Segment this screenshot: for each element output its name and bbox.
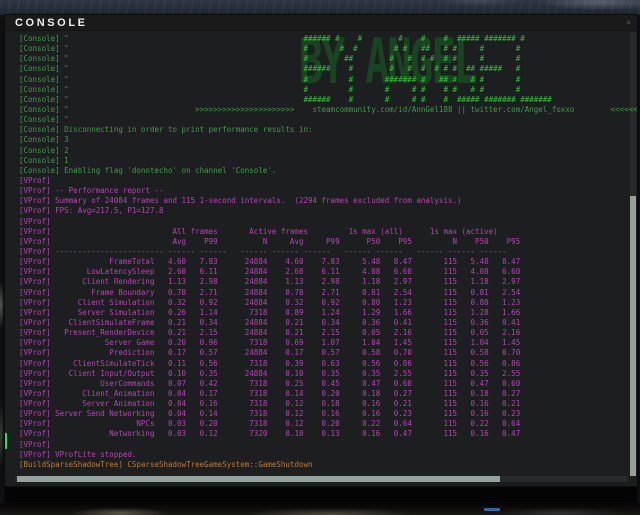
log-line: [VProf] Avg P99 N Avg P99 P50 P95 N P50 …	[19, 237, 637, 247]
log-lines: [Console] " ###### # # # # # ##### #####…	[19, 34, 637, 470]
log-line: [VProf] Client Input/Output 0.10 0.35 24…	[19, 369, 637, 379]
vertical-scrollbar-thumb[interactable]	[630, 196, 636, 476]
log-line: [VProf] Server Animation 0.04 0.16 7318 …	[19, 399, 637, 409]
log-line: [VProf] Client Rendering 1.13 2.98 24884…	[19, 277, 637, 287]
log-line: [Console] " ###### # # # # # ##### #####…	[19, 95, 637, 105]
log-line: [VProf] Networking 0.03 0.12 7320 0.10 0…	[19, 429, 637, 439]
log-line: [Console] " # # # # # ## # # # #	[19, 44, 637, 54]
log-line: [Console] 3	[19, 135, 637, 145]
log-line: [VProf]	[19, 440, 637, 450]
log-line: [VProf] Frame Boundary 0.78 2.71 24884 0…	[19, 288, 637, 298]
log-line: [Console] " # # ####### # ## # # # #	[19, 75, 637, 85]
log-line: [VProf] Client Simulation 0.32 0.92 2488…	[19, 298, 637, 308]
log-line: [Console] " ###### # # # # # ##### #####…	[19, 34, 637, 44]
log-line: [VProf] Client_Animation 0.04 0.17 7318 …	[19, 389, 637, 399]
log-line: [Console] Disconnecting in order to prin…	[19, 125, 637, 135]
close-icon[interactable]: ×	[626, 19, 631, 27]
log-line: [VProf] Server Send Networking 0.04 0.14…	[19, 409, 637, 419]
window-title: CONSOLE	[15, 17, 88, 29]
log-line: [BuildSparseShadowTree] CSparseShadowTre…	[19, 460, 637, 470]
log-line: [Console] Enabling flag 'donotecho' on c…	[19, 166, 637, 176]
log-line: [VProf] ClientSimulateFrame 0.21 0.34 24…	[19, 318, 637, 328]
log-line: [VProf] Present_RenderDevice 0.21 2.15 2…	[19, 328, 637, 338]
log-line: [Console] " ###### # # # # # # # ## ####…	[19, 64, 637, 74]
log-line: [VProf] Server Simulation 0.26 1.14 7318…	[19, 308, 637, 318]
horizontal-scrollbar[interactable]	[15, 476, 627, 482]
log-line: [Console] " # ## # # # # # # # #	[19, 54, 637, 64]
log-line: [VProf] Summary of 24084 frames and 115 …	[19, 196, 637, 206]
log-line: [VProf] FPS: Avg=217.5, P1=127.8	[19, 206, 637, 216]
console-input[interactable]	[5, 486, 637, 502]
vertical-scrollbar[interactable]	[630, 32, 636, 476]
log-line: [VProf]	[19, 176, 637, 186]
desktop-background-bottom	[0, 503, 640, 515]
console-titlebar[interactable]: CONSOLE ×	[5, 15, 637, 31]
log-line: [Console] 1	[19, 156, 637, 166]
desktop-background-top	[0, 0, 640, 15]
horizontal-scrollbar-thumb[interactable]	[17, 476, 500, 482]
log-line: [VProf] FrameTotal 4.60 7.83 24884 4.60 …	[19, 257, 637, 267]
log-line: [VProf] -- Performance report --	[19, 186, 637, 196]
log-line: [Console] " # # # # # # # # # #	[19, 85, 637, 95]
selection-accent-bar	[5, 433, 7, 449]
console-log[interactable]: BY ANGEL [Console] " ###### # # # # # ##…	[5, 31, 637, 476]
log-line: [VProf] ------------------------ ------ …	[19, 247, 637, 257]
background-blue-dash	[484, 508, 500, 511]
log-line: [VProf] Prediction 0.17 0.57 24884 0.17 …	[19, 348, 637, 358]
log-line: [VProf] NPCs 0.03 0.20 7318 0.12 0.20 0.…	[19, 419, 637, 429]
log-line: [Console] "	[19, 115, 637, 125]
log-line: [VProf] UserCommands 0.07 0.42 7318 0.25…	[19, 379, 637, 389]
log-line: [VProf] VProfLite stopped.	[19, 450, 637, 460]
log-line: [VProf] All frames Active frames 1s max …	[19, 227, 637, 237]
log-line: [VProf] LowLatencySleep 2.60 6.11 24884 …	[19, 267, 637, 277]
log-line: [Console] " >>>>>>>>>>>>>>>>>>>>>> steam…	[19, 105, 637, 115]
log-line: [Console] 2	[19, 146, 637, 156]
log-line: [VProf] ClientSimulateTick 0.11 0.56 731…	[19, 359, 637, 369]
console-window: CONSOLE × BY ANGEL [Console] " ###### # …	[4, 14, 638, 503]
log-line: [VProf]	[19, 217, 637, 227]
log-line: [VProf] Server Game 0.20 0.96 7318 0.69 …	[19, 338, 637, 348]
